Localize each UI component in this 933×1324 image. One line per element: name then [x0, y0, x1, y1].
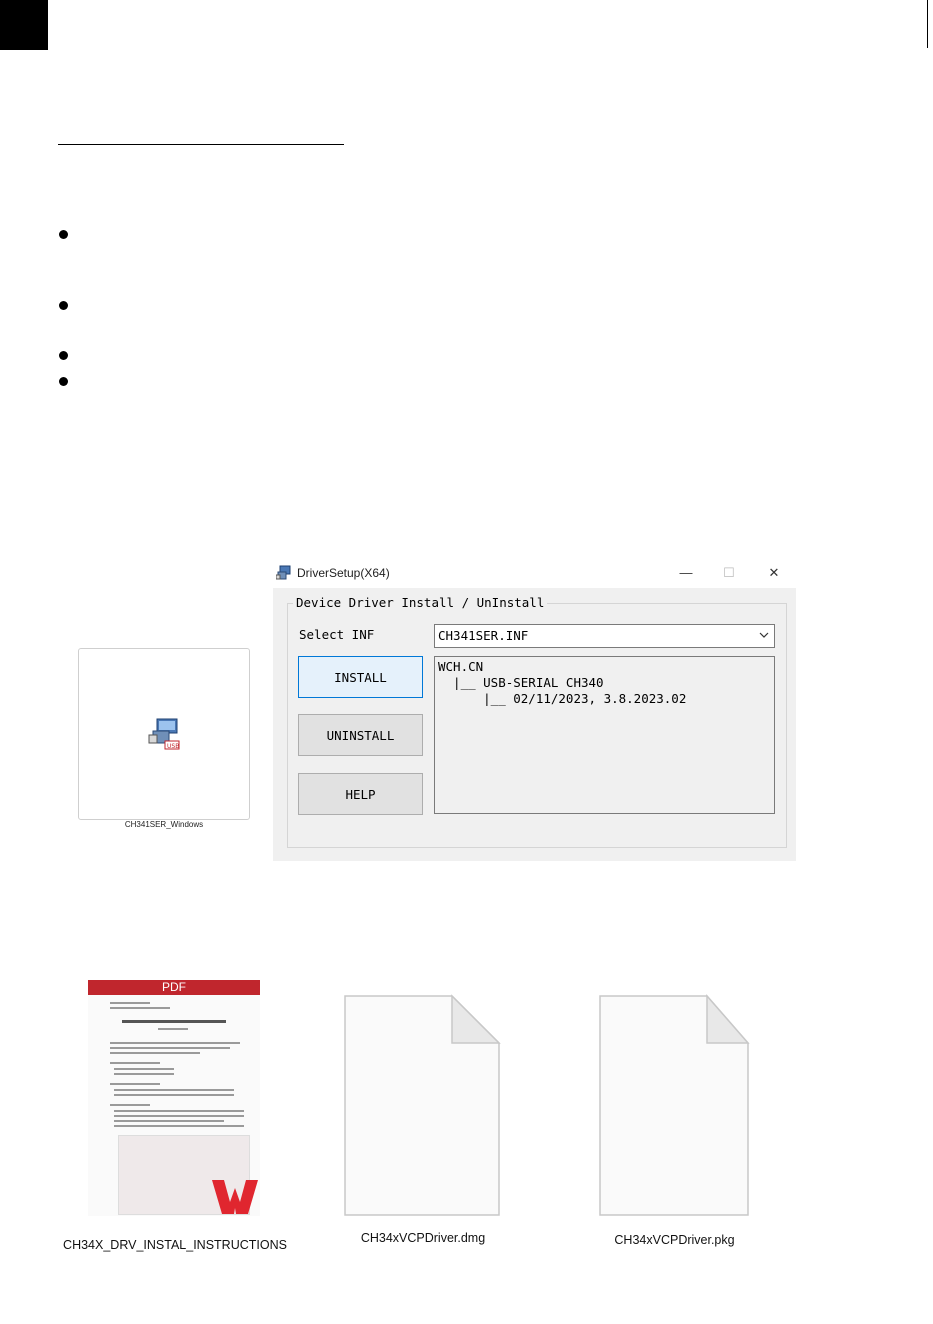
title-bar: DriverSetup(X64) — ☐ ✕: [273, 560, 796, 588]
bullet-1: [59, 230, 68, 239]
pdf-text-line: [110, 1042, 240, 1044]
corner-line: [927, 0, 928, 48]
pdf-text-line: [110, 1052, 200, 1054]
pdf-text-line: [114, 1089, 234, 1091]
title-underline: [58, 144, 344, 145]
pdf-text-line: [114, 1125, 244, 1127]
pdf-file-caption: CH34X_DRV_INSTAL_INSTRUCTIONS: [63, 1238, 287, 1252]
inf-select[interactable]: CH341SER.INF: [434, 624, 775, 648]
pkg-file-icon[interactable]: [597, 993, 757, 1219]
corner-block: [0, 0, 48, 50]
bullet-4: [59, 377, 68, 386]
svg-text:USB: USB: [167, 743, 179, 750]
driver-info-box: WCH.CN |__ USB-SERIAL CH340 |__ 02/11/20…: [434, 656, 775, 814]
dmg-file-icon[interactable]: [342, 993, 502, 1219]
close-button[interactable]: ✕: [759, 562, 789, 584]
pdf-text-line: [110, 1007, 170, 1009]
pdf-instructions-file[interactable]: PDF: [88, 980, 260, 1216]
pdf-text-line: [114, 1073, 174, 1075]
maximize-button[interactable]: ☐: [714, 562, 744, 584]
dmg-file-caption: CH34xVCPDriver.dmg: [360, 1231, 486, 1245]
window-title: DriverSetup(X64): [297, 566, 390, 580]
group-title: Device Driver Install / UnInstall: [293, 595, 548, 610]
select-inf-label: Select INF: [299, 627, 375, 642]
minimize-button[interactable]: —: [671, 562, 701, 584]
install-button[interactable]: INSTALL: [298, 656, 423, 698]
info-line-device: |__ USB-SERIAL CH340: [438, 675, 604, 690]
windows-driver-caption: CH341SER_Windows: [124, 820, 204, 829]
chevron-down-icon: [759, 632, 769, 638]
pdf-text-line: [110, 1104, 150, 1106]
pdf-text-line: [122, 1020, 226, 1023]
pkg-file-caption: CH34xVCPDriver.pkg: [614, 1233, 735, 1247]
info-line-vendor: WCH.CN: [438, 659, 484, 674]
pdf-banner: PDF: [88, 980, 260, 995]
driver-setup-window: DriverSetup(X64) — ☐ ✕ Device Driver Ins…: [273, 560, 796, 861]
app-icon: [276, 565, 291, 580]
info-line-version: |__ 02/11/2023, 3.8.2023.02: [438, 691, 687, 706]
pdf-text-line: [158, 1028, 188, 1030]
pdf-text-line: [114, 1120, 224, 1122]
pdf-text-line: [114, 1115, 244, 1117]
uninstall-button[interactable]: UNINSTALL: [298, 714, 423, 756]
bullet-3: [59, 351, 68, 360]
windows-driver-file[interactable]: USB: [78, 648, 250, 820]
pdf-text-line: [110, 1002, 150, 1004]
pdf-text-line: [114, 1094, 234, 1096]
bullet-2: [59, 301, 68, 310]
pdf-text-line: [110, 1047, 230, 1049]
usb-setup-icon: USB: [148, 718, 180, 750]
pdf-text-line: [114, 1068, 174, 1070]
pdf-text-line: [114, 1110, 244, 1112]
help-button[interactable]: HELP: [298, 773, 423, 815]
wps-office-icon: [212, 1180, 258, 1214]
pdf-text-line: [110, 1062, 160, 1064]
pdf-text-line: [110, 1083, 160, 1085]
inf-select-value: CH341SER.INF: [438, 628, 529, 643]
